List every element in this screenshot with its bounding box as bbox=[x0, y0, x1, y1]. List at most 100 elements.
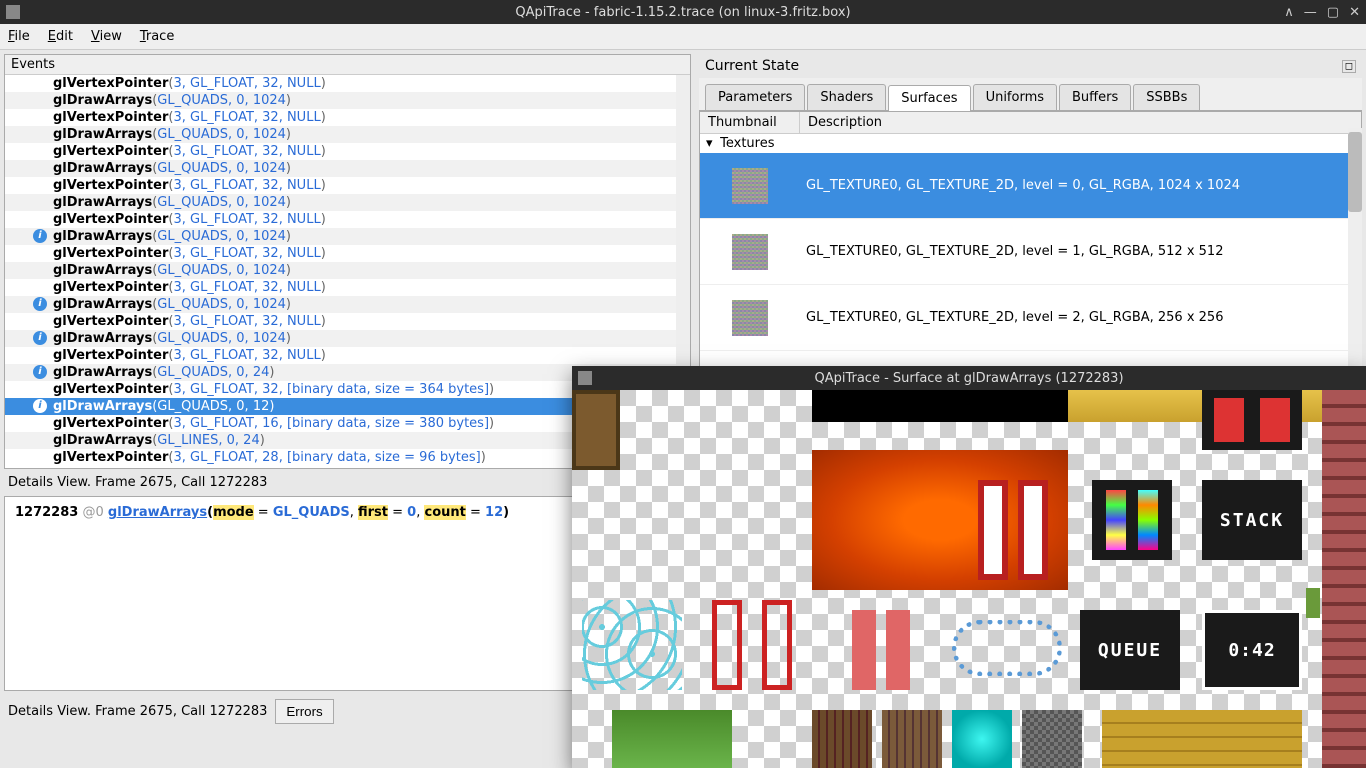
atlas-tile-black bbox=[812, 390, 1068, 422]
atlas-tile-portal bbox=[952, 710, 1012, 768]
param-count-value: 12 bbox=[485, 505, 503, 520]
call-at: @0 bbox=[82, 505, 103, 520]
tab-buffers[interactable]: Buffers bbox=[1059, 84, 1131, 110]
event-args: GL_QUADS, 0, 12 bbox=[157, 399, 269, 414]
tab-uniforms[interactable]: Uniforms bbox=[973, 84, 1057, 110]
atlas-tile-redbars bbox=[1202, 390, 1302, 450]
event-row[interactable]: iglDrawArrays(GL_QUADS, 0, 1024) bbox=[5, 330, 690, 347]
atlas-tile-sparkle bbox=[582, 600, 682, 690]
event-args: GL_QUADS, 0, 1024 bbox=[157, 127, 286, 142]
event-row[interactable]: iglDrawArrays(GL_QUADS, 0, 1024) bbox=[5, 228, 690, 245]
event-fn: glVertexPointer bbox=[53, 246, 168, 261]
event-args: 3, GL_FLOAT, 32, NULL bbox=[173, 246, 320, 261]
atlas-tile-redframe bbox=[712, 600, 742, 690]
param-count-name: count bbox=[424, 505, 465, 520]
atlas-tile-grass bbox=[612, 710, 732, 768]
call-function-link[interactable]: glDrawArrays bbox=[108, 505, 207, 520]
event-args: 3, GL_FLOAT, 32, NULL bbox=[173, 280, 320, 295]
tab-surfaces[interactable]: Surfaces bbox=[888, 85, 970, 111]
atlas-tile-planks bbox=[1102, 710, 1302, 768]
event-fn: glVertexPointer bbox=[53, 144, 168, 159]
atlas-tile-rainbow bbox=[1092, 480, 1172, 560]
surface-row[interactable]: GL_TEXTURE0, GL_TEXTURE_2D, level = 0, G… bbox=[700, 153, 1361, 219]
event-row[interactable]: glVertexPointer(3, GL_FLOAT, 32, NULL) bbox=[5, 211, 690, 228]
event-row[interactable]: glVertexPointer(3, GL_FLOAT, 32, NULL) bbox=[5, 109, 690, 126]
event-args: 3, GL_FLOAT, 32, NULL bbox=[173, 178, 320, 193]
event-args: GL_QUADS, 0, 1024 bbox=[157, 263, 286, 278]
current-state-header: Current State ◻ bbox=[699, 54, 1362, 78]
event-args: GL_QUADS, 0, 24 bbox=[157, 365, 269, 380]
scrollbar-thumb[interactable] bbox=[1348, 132, 1362, 212]
event-args: 3, GL_FLOAT, 28, [binary data, size = 96… bbox=[173, 450, 480, 465]
event-row[interactable]: glDrawArrays(GL_QUADS, 0, 1024) bbox=[5, 160, 690, 177]
event-row[interactable]: glDrawArrays(GL_QUADS, 0, 1024) bbox=[5, 262, 690, 279]
menu-edit[interactable]: Edit bbox=[48, 29, 73, 44]
info-icon: i bbox=[33, 297, 47, 311]
event-fn: glDrawArrays bbox=[53, 93, 152, 108]
event-row[interactable]: glDrawArrays(GL_QUADS, 0, 1024) bbox=[5, 92, 690, 109]
atlas-tile-redframe bbox=[762, 600, 792, 690]
info-icon: i bbox=[33, 331, 47, 345]
atlas-tile-timer: 0:42 bbox=[1202, 610, 1302, 690]
disclosure-triangle-icon[interactable]: ▾ bbox=[706, 136, 716, 151]
event-row[interactable]: glVertexPointer(3, GL_FLOAT, 32, NULL) bbox=[5, 347, 690, 364]
close-icon[interactable]: ✕ bbox=[1349, 5, 1360, 20]
tab-ssbbs[interactable]: SSBBs bbox=[1133, 84, 1200, 110]
event-fn: glVertexPointer bbox=[53, 280, 168, 295]
detach-panel-icon[interactable]: ◻ bbox=[1342, 60, 1356, 73]
event-row[interactable]: glVertexPointer(3, GL_FLOAT, 32, NULL) bbox=[5, 279, 690, 296]
event-args: GL_QUADS, 0, 1024 bbox=[157, 93, 286, 108]
minimize-icon[interactable]: — bbox=[1304, 5, 1317, 20]
surface-row[interactable]: GL_TEXTURE0, GL_TEXTURE_2D, level = 2, G… bbox=[700, 285, 1361, 351]
surface-row[interactable]: GL_TEXTURE0, GL_TEXTURE_2D, level = 1, G… bbox=[700, 219, 1361, 285]
event-row[interactable]: glVertexPointer(3, GL_FLOAT, 32, NULL) bbox=[5, 177, 690, 194]
surface-description: GL_TEXTURE0, GL_TEXTURE_2D, level = 2, G… bbox=[800, 310, 1361, 325]
main-titlebar: QApiTrace - fabric-1.15.2.trace (on linu… bbox=[0, 0, 1366, 24]
atlas-tile-arch bbox=[978, 480, 1008, 580]
textures-group-row[interactable]: ▾ Textures bbox=[700, 134, 1361, 153]
col-thumbnail[interactable]: Thumbnail bbox=[700, 112, 800, 133]
event-row[interactable]: glDrawArrays(GL_QUADS, 0, 1024) bbox=[5, 194, 690, 211]
col-description[interactable]: Description bbox=[800, 112, 890, 133]
event-args: GL_QUADS, 0, 1024 bbox=[157, 229, 286, 244]
surface-description: GL_TEXTURE0, GL_TEXTURE_2D, level = 0, G… bbox=[800, 178, 1361, 193]
events-header: Events bbox=[5, 55, 690, 75]
event-fn: glVertexPointer bbox=[53, 348, 168, 363]
rollup-icon[interactable]: ∧ bbox=[1284, 5, 1294, 20]
event-args: GL_QUADS, 0, 1024 bbox=[157, 195, 286, 210]
event-row[interactable]: iglDrawArrays(GL_QUADS, 0, 1024) bbox=[5, 296, 690, 313]
surfaces-header: Thumbnail Description bbox=[700, 112, 1361, 134]
event-fn: glDrawArrays bbox=[53, 365, 152, 380]
event-args: 3, GL_FLOAT, 16, [binary data, size = 38… bbox=[173, 416, 489, 431]
event-fn: glDrawArrays bbox=[53, 263, 152, 278]
event-row[interactable]: glVertexPointer(3, GL_FLOAT, 32, NULL) bbox=[5, 143, 690, 160]
menu-trace[interactable]: Trace bbox=[140, 29, 175, 44]
event-fn: glDrawArrays bbox=[53, 433, 152, 448]
texture-thumbnail-icon bbox=[732, 234, 768, 270]
texture-thumbnail-icon bbox=[732, 300, 768, 336]
menu-view[interactable]: View bbox=[91, 29, 122, 44]
atlas-tile-stack: STACK bbox=[1202, 480, 1302, 560]
texture-atlas-view[interactable]: STACK QUEUE 0:42 bbox=[572, 390, 1366, 768]
surface-viewer-window[interactable]: QApiTrace - Surface at glDrawArrays (127… bbox=[572, 366, 1366, 768]
event-fn: glVertexPointer bbox=[53, 178, 168, 193]
app-icon bbox=[578, 371, 592, 385]
event-row[interactable]: glVertexPointer(3, GL_FLOAT, 32, NULL) bbox=[5, 313, 690, 330]
event-fn: glVertexPointer bbox=[53, 212, 168, 227]
window-title: QApiTrace - fabric-1.15.2.trace (on linu… bbox=[515, 5, 850, 20]
menu-file[interactable]: File bbox=[8, 29, 30, 44]
event-row[interactable]: glDrawArrays(GL_QUADS, 0, 1024) bbox=[5, 126, 690, 143]
param-mode-value: GL_QUADS bbox=[273, 505, 350, 520]
param-mode-name: mode bbox=[213, 505, 254, 520]
errors-button[interactable]: Errors bbox=[275, 699, 333, 724]
popup-titlebar[interactable]: QApiTrace - Surface at glDrawArrays (127… bbox=[572, 366, 1366, 390]
event-args: 3, GL_FLOAT, 32, NULL bbox=[173, 144, 320, 159]
atlas-tile-wood bbox=[882, 710, 942, 768]
surface-thumbnail bbox=[700, 234, 800, 270]
event-row[interactable]: glVertexPointer(3, GL_FLOAT, 32, NULL) bbox=[5, 75, 690, 92]
tab-parameters[interactable]: Parameters bbox=[705, 84, 805, 110]
maximize-icon[interactable]: ▢ bbox=[1327, 5, 1339, 20]
event-fn: glDrawArrays bbox=[53, 195, 152, 210]
event-row[interactable]: glVertexPointer(3, GL_FLOAT, 32, NULL) bbox=[5, 245, 690, 262]
tab-shaders[interactable]: Shaders bbox=[807, 84, 886, 110]
